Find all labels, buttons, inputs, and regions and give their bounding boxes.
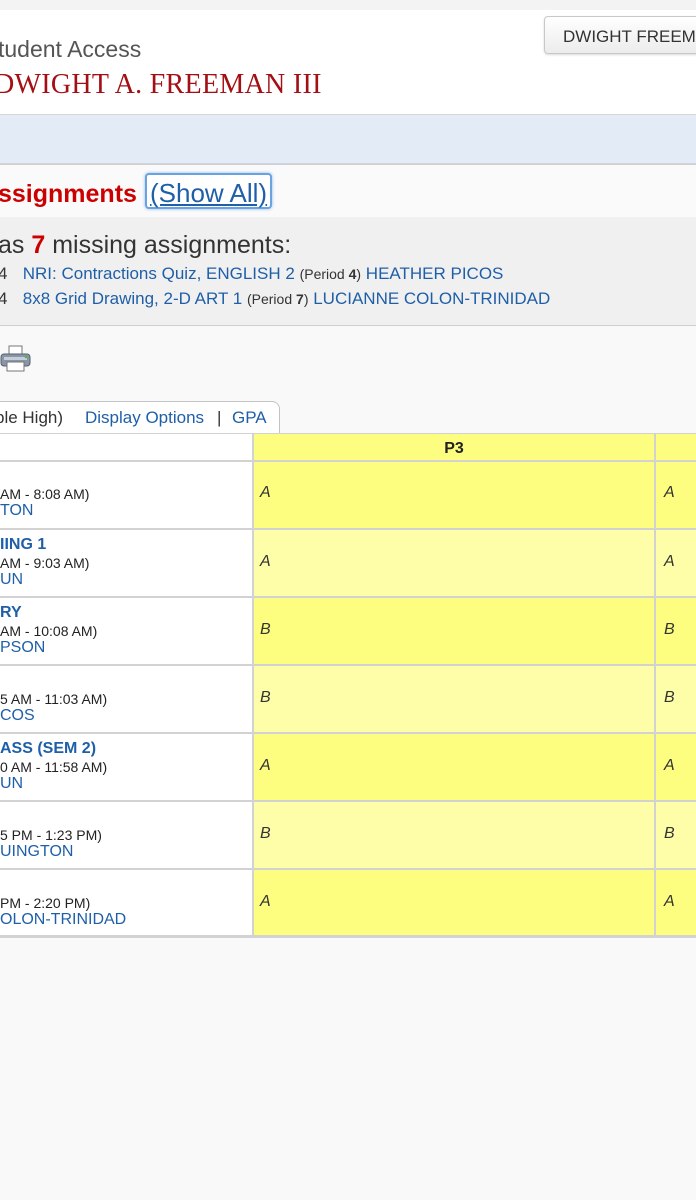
grade-value: A	[664, 484, 675, 501]
page-header: tudent Access DWIGHT A. FREEMAN III DWIG…	[0, 10, 696, 116]
missing-item-link[interactable]: NRI: Contractions Quiz, ENGLISH 2	[23, 264, 295, 283]
course-link[interactable]: ASS (SEM 2)	[0, 740, 96, 758]
show-all-link[interactable]: (Show All)	[145, 173, 273, 209]
missing-item-number: 4	[0, 264, 8, 283]
course-header-cell	[0, 434, 254, 460]
missing-item-teacher-link[interactable]: LUCIANNE COLON-TRINIDAD	[313, 289, 550, 308]
tab-separator: |	[217, 408, 222, 427]
course-info-cell: IING 1 AM - 9:03 AM) UN	[0, 530, 254, 596]
table-row: AM - 8:08 AM) TON A A	[0, 462, 696, 530]
student-name: DWIGHT A. FREEMAN III	[0, 69, 322, 100]
missing-assignments-panel: as 7 missing assignments: 4 NRI: Contrac…	[0, 217, 696, 326]
grade-cell[interactable]: B	[254, 598, 656, 664]
course-info-cell: 5 AM - 11:03 AM) COS	[0, 666, 254, 732]
teacher-link[interactable]: UN	[0, 775, 23, 793]
course-info-cell: AM - 8:08 AM) TON	[0, 462, 254, 528]
grade-cell[interactable]: A	[656, 530, 696, 596]
grade-value: B	[664, 825, 675, 842]
summary-prefix: as	[0, 231, 32, 259]
table-row: 5 PM - 1:23 PM) UINGTON B B	[0, 802, 696, 870]
assignments-header: ssignments (Show All)	[0, 164, 696, 218]
app-title: tudent Access	[0, 36, 142, 62]
grade-value: A	[260, 893, 271, 910]
missing-count: 7	[31, 231, 46, 259]
teacher-link[interactable]: PSON	[0, 639, 45, 657]
display-options-tab[interactable]: Display Options	[85, 408, 204, 428]
grade-cell[interactable]: A	[254, 870, 656, 935]
grade-cell[interactable]: A	[656, 870, 696, 935]
table-header-row: P3	[0, 433, 696, 462]
course-info-cell: ASS (SEM 2) 0 AM - 11:58 AM) UN	[0, 734, 254, 800]
assignments-title: ssignments	[0, 180, 137, 208]
teacher-link[interactable]: TON	[0, 502, 33, 520]
grade-value: B	[260, 689, 271, 706]
missing-summary: as 7 missing assignments:	[0, 231, 291, 260]
missing-item: 4 NRI: Contractions Quiz, ENGLISH 2 (Per…	[0, 264, 503, 284]
missing-item-number: 4	[0, 289, 8, 308]
table-row: ASS (SEM 2) 0 AM - 11:58 AM) UN A A	[0, 734, 696, 802]
course-time: 5 AM - 11:03 AM)	[0, 691, 108, 707]
course-time: AM - 10:08 AM)	[0, 623, 98, 639]
table-row: IING 1 AM - 9:03 AM) UN A A	[0, 530, 696, 598]
grade-value: A	[664, 553, 675, 570]
grade-value: A	[664, 757, 675, 774]
grade-cell[interactable]: B	[656, 666, 696, 732]
user-menu-button[interactable]: DWIGHT FREEMA	[544, 16, 696, 54]
missing-item-teacher-link[interactable]: HEATHER PICOS	[366, 264, 504, 283]
grades-tab-bar: ble High) Display Options | GPA	[0, 401, 280, 433]
p3-header: P3	[254, 434, 656, 460]
course-link[interactable]: IING 1	[0, 536, 46, 554]
grade-value: B	[260, 621, 271, 638]
school-tab[interactable]: ble High)	[0, 408, 63, 428]
grade-value: A	[664, 893, 675, 910]
table-row: 5 AM - 11:03 AM) COS B B	[0, 666, 696, 734]
grade-cell[interactable]: A	[656, 734, 696, 800]
teacher-link[interactable]: UN	[0, 571, 23, 589]
grade-cell[interactable]: B	[254, 666, 656, 732]
missing-item: 4 8x8 Grid Drawing, 2-D ART 1 (Period 7)…	[0, 289, 550, 309]
course-link[interactable]: RY	[0, 604, 22, 622]
grade-cell[interactable]: B	[656, 598, 696, 664]
summary-suffix: missing assignments:	[45, 231, 292, 259]
grade-value: B	[664, 621, 675, 638]
table-row: PM - 2:20 PM) OLON-TRINIDAD A A	[0, 870, 696, 938]
grade-value: A	[260, 484, 271, 501]
course-time: 5 PM - 1:23 PM)	[0, 827, 102, 843]
missing-item-period: (Period 4)	[299, 266, 362, 282]
nav-bar	[0, 115, 696, 164]
grade-cell[interactable]: B	[656, 802, 696, 868]
table-row: RY AM - 10:08 AM) PSON B B	[0, 598, 696, 666]
course-info-cell: 5 PM - 1:23 PM) UINGTON	[0, 802, 254, 868]
grade-value: A	[260, 553, 271, 570]
grade-cell[interactable]: B	[254, 802, 656, 868]
teacher-link[interactable]: OLON-TRINIDAD	[0, 911, 126, 929]
grade-value: A	[260, 757, 271, 774]
course-time: AM - 9:03 AM)	[0, 555, 90, 571]
missing-item-link[interactable]: 8x8 Grid Drawing, 2-D ART 1	[23, 289, 243, 308]
printer-icon[interactable]	[0, 344, 32, 374]
teacher-link[interactable]: UINGTON	[0, 843, 73, 861]
grade-cell[interactable]: A	[254, 462, 656, 528]
course-time: AM - 8:08 AM)	[0, 486, 90, 502]
grade-cell[interactable]: A	[254, 734, 656, 800]
top-strip	[0, 0, 696, 10]
course-info-cell: PM - 2:20 PM) OLON-TRINIDAD	[0, 870, 254, 935]
grade-cell[interactable]: A	[656, 462, 696, 528]
grade-value: B	[260, 825, 271, 842]
course-info-cell: RY AM - 10:08 AM) PSON	[0, 598, 254, 664]
grade-cell[interactable]: A	[254, 530, 656, 596]
course-time: PM - 2:20 PM)	[0, 895, 91, 911]
grade-value: B	[664, 689, 675, 706]
gpa-tab[interactable]: GPA	[232, 408, 267, 428]
teacher-link[interactable]: COS	[0, 707, 35, 725]
missing-item-period: (Period 7)	[246, 291, 309, 307]
next-period-header	[656, 434, 696, 460]
course-time: 0 AM - 11:58 AM)	[0, 759, 108, 775]
